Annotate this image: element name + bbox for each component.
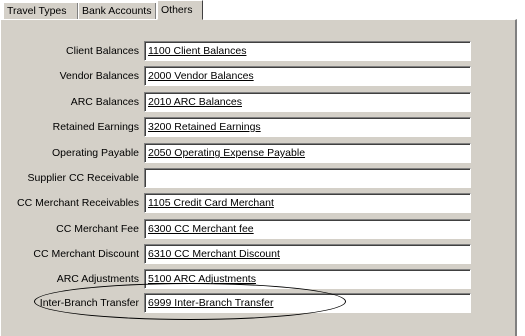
arc-adjustments-label: ARC Adjustments [56, 273, 139, 285]
operating-payable-field[interactable]: 2050 Operating Expense Payable [144, 143, 471, 163]
retained-earnings-field[interactable]: 3200 Retained Earnings [144, 117, 471, 137]
arc-balances-label: ARC Balances [70, 96, 139, 108]
supplier-cc-receivable-field[interactable] [144, 168, 471, 188]
tab-strip: Travel Types Bank Accounts Others [0, 0, 525, 20]
tab-others[interactable]: Others [157, 0, 203, 20]
arc-balances-field[interactable]: 2010 ARC Balances [144, 92, 471, 112]
arc-adjustments-field[interactable]: 5100 ARC Adjustments [144, 269, 471, 289]
cc-merchant-receivables-field[interactable]: 1105 Credit Card Merchant [144, 193, 471, 213]
others-panel: Client Balances 1100 Client Balances Ven… [0, 19, 517, 336]
supplier-cc-receivable-label: Supplier CC Receivable [27, 172, 139, 184]
row-cc-merchant-discount: CC Merchant Discount 6310 CC Merchant Di… [1, 244, 518, 264]
row-retained-earnings: Retained Earnings 3200 Retained Earnings [1, 117, 518, 137]
row-arc-adjustments: ARC Adjustments 5100 ARC Adjustments [1, 269, 518, 289]
retained-earnings-label: Retained Earnings [52, 121, 139, 133]
operating-payable-label: Operating Payable [52, 147, 139, 159]
row-client-balances: Client Balances 1100 Client Balances [1, 41, 518, 61]
tab-bank-accounts[interactable]: Bank Accounts [79, 3, 156, 19]
inter-branch-transfer-label: Inter-Branch Transfer [39, 297, 139, 309]
vendor-balances-field[interactable]: 2000 Vendor Balances [144, 66, 471, 86]
cc-merchant-receivables-label: CC Merchant Receivables [17, 197, 139, 209]
row-vendor-balances: Vendor Balances 2000 Vendor Balances [1, 66, 518, 86]
row-cc-merchant-fee: CC Merchant Fee 6300 CC Merchant fee [1, 219, 518, 239]
tab-travel-types[interactable]: Travel Types [4, 3, 78, 19]
row-inter-branch-transfer: Inter-Branch Transfer 6999 Inter-Branch … [1, 293, 518, 313]
cc-merchant-discount-label: CC Merchant Discount [33, 248, 139, 260]
cc-merchant-fee-field[interactable]: 6300 CC Merchant fee [144, 219, 471, 239]
row-supplier-cc-receivable: Supplier CC Receivable [1, 168, 518, 188]
cc-merchant-discount-field[interactable]: 6310 CC Merchant Discount [144, 244, 471, 264]
cc-merchant-fee-label: CC Merchant Fee [56, 223, 139, 235]
inter-branch-transfer-field[interactable]: 6999 Inter-Branch Transfer [144, 293, 471, 313]
client-balances-label: Client Balances [66, 45, 139, 57]
row-cc-merchant-receivables: CC Merchant Receivables 1105 Credit Card… [1, 193, 518, 213]
vendor-balances-label: Vendor Balances [59, 70, 139, 82]
row-operating-payable: Operating Payable 2050 Operating Expense… [1, 143, 518, 163]
row-arc-balances: ARC Balances 2010 ARC Balances [1, 92, 518, 112]
client-balances-field[interactable]: 1100 Client Balances [144, 41, 471, 61]
